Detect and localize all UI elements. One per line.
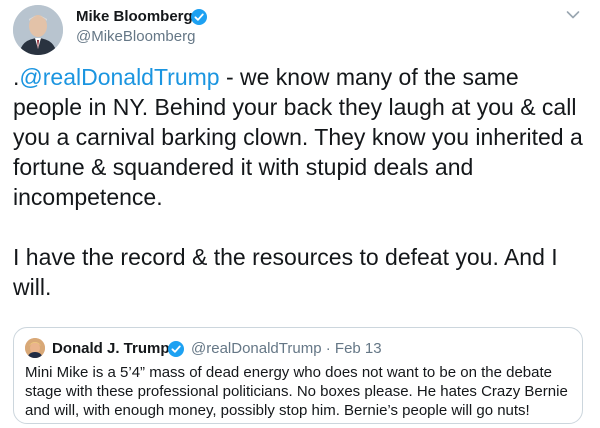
verified-badge-icon: [168, 341, 184, 357]
chevron-down-icon[interactable]: [566, 10, 580, 20]
author-avatar[interactable]: [13, 5, 63, 55]
quoted-author-meta: @realDonaldTrump · Feb 13: [191, 340, 382, 357]
quoted-author-handle[interactable]: @realDonaldTrump: [191, 340, 322, 357]
author-handle[interactable]: @MikeBloomberg: [76, 28, 195, 45]
meta-separator: ·: [325, 340, 331, 357]
tweet-text-body: - we know many of the same people in NY.…: [13, 64, 583, 300]
quoted-author-avatar-image: [25, 338, 45, 358]
mention-link[interactable]: @realDonaldTrump: [19, 64, 219, 90]
quoted-tweet[interactable]: Donald J. Trump @realDonaldTrump · Feb 1…: [13, 327, 583, 424]
tweet-card: Mike Bloomberg @MikeBloomberg .@realDona…: [0, 0, 600, 428]
quoted-tweet-date[interactable]: Feb 13: [335, 340, 382, 357]
quoted-author-avatar[interactable]: [25, 338, 45, 358]
verified-badge-icon: [191, 9, 207, 25]
tweet-text: .@realDonaldTrump - we know many of the …: [13, 62, 593, 302]
quoted-tweet-text: Mini Mike is a 5’4” mass of dead energy …: [25, 364, 568, 419]
author-avatar-image: [13, 5, 63, 55]
author-display-name[interactable]: Mike Bloomberg: [76, 8, 193, 25]
quoted-author-display-name[interactable]: Donald J. Trump: [52, 340, 170, 357]
